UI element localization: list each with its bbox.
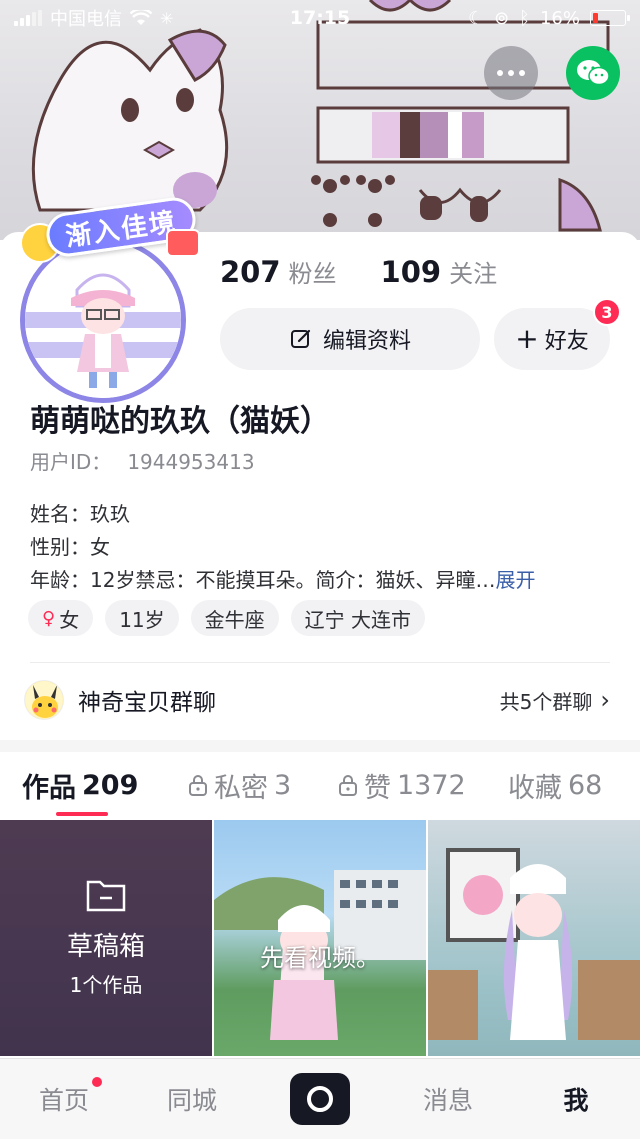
video-caption: 先看视频。 xyxy=(260,944,380,972)
nav-home[interactable]: 首页 xyxy=(0,1077,128,1117)
plus-icon: + xyxy=(515,322,539,355)
fans-stat[interactable]: 207 粉丝 xyxy=(220,254,337,289)
add-friend-button[interactable]: + 好友 xyxy=(494,308,610,370)
drafts-cell[interactable]: 草稿箱 1个作品 xyxy=(0,820,212,1056)
tab-private[interactable]: 私密 3 xyxy=(188,752,338,818)
drafts-title: 草稿箱 xyxy=(66,932,145,962)
add-friend-label: 好友 xyxy=(544,329,589,354)
tab-label: 收藏 xyxy=(508,772,562,804)
gender-tag-label: 女 xyxy=(59,607,80,632)
lock-icon xyxy=(339,775,357,796)
drafts-count: 1个作品 xyxy=(69,973,143,997)
group-count: 共5个群聊 › xyxy=(500,686,610,715)
group-name: 神奇宝贝群聊 xyxy=(78,690,216,716)
bottom-nav: 首页 同城 消息 我 xyxy=(0,1058,640,1139)
gender-tag: ♀ 女 xyxy=(28,600,94,636)
profile-banner xyxy=(0,0,640,240)
battery-icon xyxy=(590,10,630,26)
expand-bio-link[interactable]: 展开 xyxy=(495,568,535,592)
chevron-right-icon: › xyxy=(600,686,610,714)
nav-messages[interactable]: 消息 xyxy=(384,1081,512,1117)
folder-icon xyxy=(86,880,126,912)
tab-favorites[interactable]: 收藏 68 xyxy=(508,752,638,818)
nav-create[interactable] xyxy=(256,1073,384,1125)
pikachu-icon xyxy=(25,681,63,719)
video-thumbnail-art xyxy=(428,848,640,1040)
user-id[interactable]: 用户ID： 1944953413 xyxy=(30,446,255,475)
nav-label: 首页 xyxy=(38,1086,89,1115)
video-thumbnail[interactable] xyxy=(428,820,640,1056)
content-tabs: 作品 209 私密 3 赞 1372 收藏 68 xyxy=(0,752,640,818)
fans-label: 粉丝 xyxy=(288,260,337,288)
profile-stats: 207 粉丝 109 关注 xyxy=(220,254,497,289)
video-thumbnail[interactable]: 先看视频。 xyxy=(214,820,426,1056)
group-avatar xyxy=(24,680,64,720)
nickname: 萌萌哒的玖玖（猫妖） xyxy=(30,404,330,439)
tab-label: 私密 xyxy=(214,772,268,804)
divider xyxy=(30,662,610,663)
bio[interactable]: 姓名：玖玖 性别：女 年龄：12岁禁忌：不能摸耳朵。简介：猫妖、异瞳…展开 xyxy=(30,498,610,597)
tab-works[interactable]: 作品 209 xyxy=(22,752,188,818)
following-label: 关注 xyxy=(449,260,498,288)
friend-notification-badge: 3 xyxy=(593,298,621,326)
lock-icon xyxy=(189,775,207,796)
edit-profile-button[interactable]: 编辑资料 xyxy=(220,308,480,370)
nav-me[interactable]: 我 xyxy=(512,1081,640,1117)
more-options-button[interactable] xyxy=(484,46,538,100)
zodiac-tag: 金牛座 xyxy=(190,600,279,636)
works-grid: 草稿箱 1个作品 先看视频。 xyxy=(0,820,640,1056)
female-icon: ♀ xyxy=(42,607,56,629)
clock: 17:15 xyxy=(289,7,351,29)
frame-camera-decoration xyxy=(166,229,200,257)
wechat-icon xyxy=(577,60,610,86)
tab-count: 1372 xyxy=(397,769,466,801)
fans-count: 207 xyxy=(220,255,281,289)
following-count: 109 xyxy=(380,255,442,289)
age-tag: 11岁 xyxy=(105,600,179,636)
wechat-share-button[interactable] xyxy=(566,46,620,100)
shoot-icon xyxy=(307,1086,333,1112)
edit-profile-label: 编辑资料 xyxy=(322,329,411,354)
tab-label: 赞 xyxy=(364,772,391,804)
notification-dot xyxy=(92,1077,102,1087)
location-tag: 辽宁 大连市 xyxy=(290,600,425,636)
bio-line: 年龄：12岁禁忌：不能摸耳朵。简介：猫妖、异瞳…展开 xyxy=(30,564,610,597)
tab-count: 68 xyxy=(568,769,603,801)
bio-line: 性别：女 xyxy=(30,535,110,559)
user-id-value: 1944953413 xyxy=(127,450,255,474)
user-id-label: 用户ID： xyxy=(30,450,112,474)
drafts-overlay: 草稿箱 1个作品 xyxy=(0,820,212,1056)
following-stat[interactable]: 109 关注 xyxy=(381,254,498,289)
bio-line-text: 年龄：12岁禁忌：不能摸耳朵。简介：猫妖、异瞳… xyxy=(30,568,496,592)
nav-nearby[interactable]: 同城 xyxy=(128,1081,256,1117)
active-tab-indicator xyxy=(56,812,108,816)
avatar-container[interactable]: 渐入佳境 xyxy=(20,194,200,403)
group-chat-row[interactable]: 神奇宝贝群聊 共5个群聊 › xyxy=(24,676,610,724)
tab-label: 作品 xyxy=(22,772,76,804)
status-bar: 中国电信 ✳ 17:15 ☾ ⊚ ᛒ 16% xyxy=(0,0,640,36)
section-separator xyxy=(0,740,640,752)
tab-likes[interactable]: 赞 1372 xyxy=(338,752,508,818)
group-count-label: 共5个群聊 xyxy=(499,689,593,714)
tab-count: 209 xyxy=(82,769,139,801)
profile-tags: ♀ 女 11岁 金牛座 辽宁 大连市 xyxy=(28,600,425,636)
avatar-image xyxy=(25,242,181,398)
tab-count: 3 xyxy=(274,769,292,801)
bio-line: 姓名：玖玖 xyxy=(30,502,130,526)
banner-artwork xyxy=(31,0,610,232)
camera-button[interactable] xyxy=(290,1073,350,1125)
edit-icon xyxy=(290,329,311,348)
